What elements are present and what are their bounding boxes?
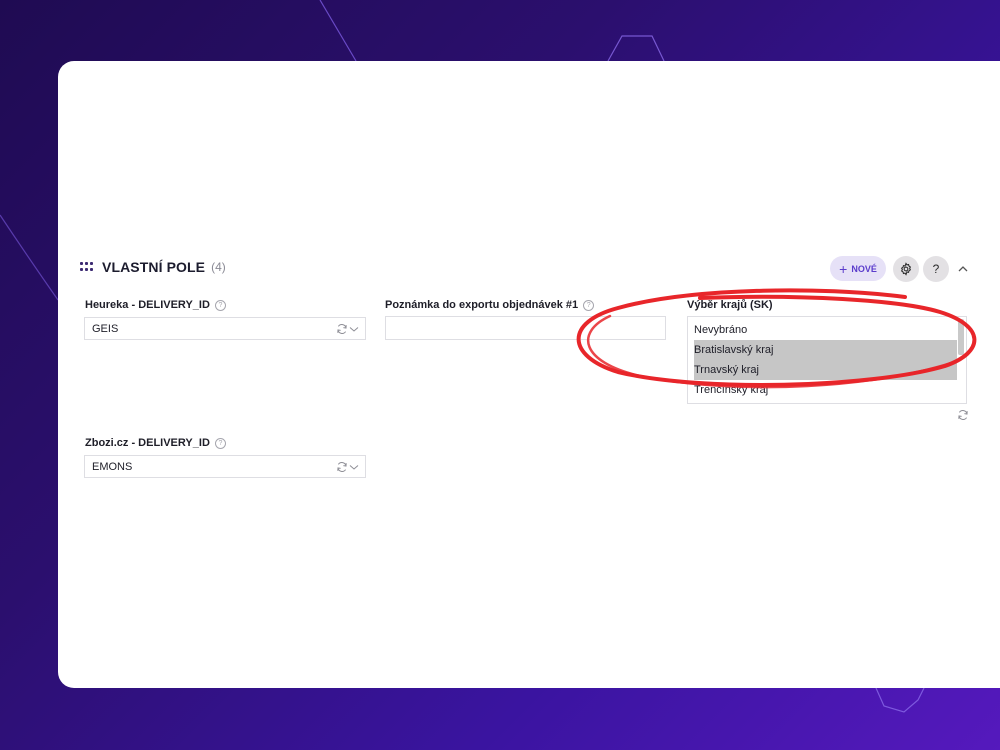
chevron-up-icon[interactable]: [956, 262, 970, 276]
help-button-label: ?: [932, 262, 940, 276]
heureka-label-text: Heureka - DELIVERY_ID: [85, 299, 210, 311]
grip-icon[interactable]: [80, 262, 94, 272]
help-circle-icon[interactable]: ?: [214, 437, 226, 449]
section-header: VLASTNÍ POLE (4): [80, 259, 226, 275]
zbozi-field-label: Zbozi.cz - DELIVERY_ID ?: [85, 437, 226, 449]
chevron-down-icon[interactable]: [349, 460, 359, 474]
note-field-label: Poznámka do exportu objednávek #1 ?: [385, 299, 595, 311]
refresh-icon[interactable]: [335, 322, 349, 336]
region-option-label: Trenčínský kraj: [694, 384, 769, 396]
help-circle-icon[interactable]: ?: [214, 299, 226, 311]
heureka-field-label: Heureka - DELIVERY_ID ?: [85, 299, 226, 311]
new-button-label: NOVÉ: [851, 263, 877, 274]
help-button[interactable]: ?: [923, 256, 949, 282]
zbozi-select-value: EMONS: [92, 460, 133, 473]
regions-field-label: Výběr krajů (SK): [687, 299, 773, 311]
settings-button[interactable]: [893, 256, 919, 282]
gear-icon: [900, 262, 912, 276]
note-input[interactable]: [385, 316, 666, 340]
region-option[interactable]: Trenčínský kraj: [694, 380, 957, 400]
zbozi-label-text: Zbozi.cz - DELIVERY_ID: [85, 437, 210, 449]
heureka-select-value: GEIS: [92, 322, 119, 335]
refresh-icon[interactable]: [335, 460, 349, 474]
region-option-label: Trnavský kraj: [694, 364, 759, 376]
help-circle-icon[interactable]: ?: [583, 299, 595, 311]
plus-icon: +: [839, 260, 848, 277]
refresh-icon[interactable]: [956, 408, 970, 422]
region-option-label: Nevybráno: [694, 324, 748, 336]
section-count: (4): [211, 260, 226, 274]
regions-multiselect[interactable]: Nevybráno Bratislavský kraj Trnavský kra…: [687, 316, 967, 404]
region-option-label: Bratislavský kraj: [694, 344, 774, 356]
chevron-down-icon[interactable]: [349, 322, 359, 336]
note-label-text: Poznámka do exportu objednávek #1: [385, 299, 579, 311]
section-title: VLASTNÍ POLE: [102, 259, 206, 275]
scrollbar-thumb[interactable]: [958, 319, 964, 355]
zbozi-delivery-select[interactable]: EMONS: [84, 455, 366, 478]
heureka-delivery-select[interactable]: GEIS: [84, 317, 366, 340]
region-option-selected[interactable]: Trnavský kraj: [694, 360, 957, 380]
new-button[interactable]: + NOVÉ: [830, 256, 886, 281]
region-option-selected[interactable]: Bratislavský kraj: [694, 340, 957, 360]
region-option[interactable]: Nevybráno: [694, 320, 957, 340]
regions-label-text: Výběr krajů (SK): [687, 299, 773, 311]
